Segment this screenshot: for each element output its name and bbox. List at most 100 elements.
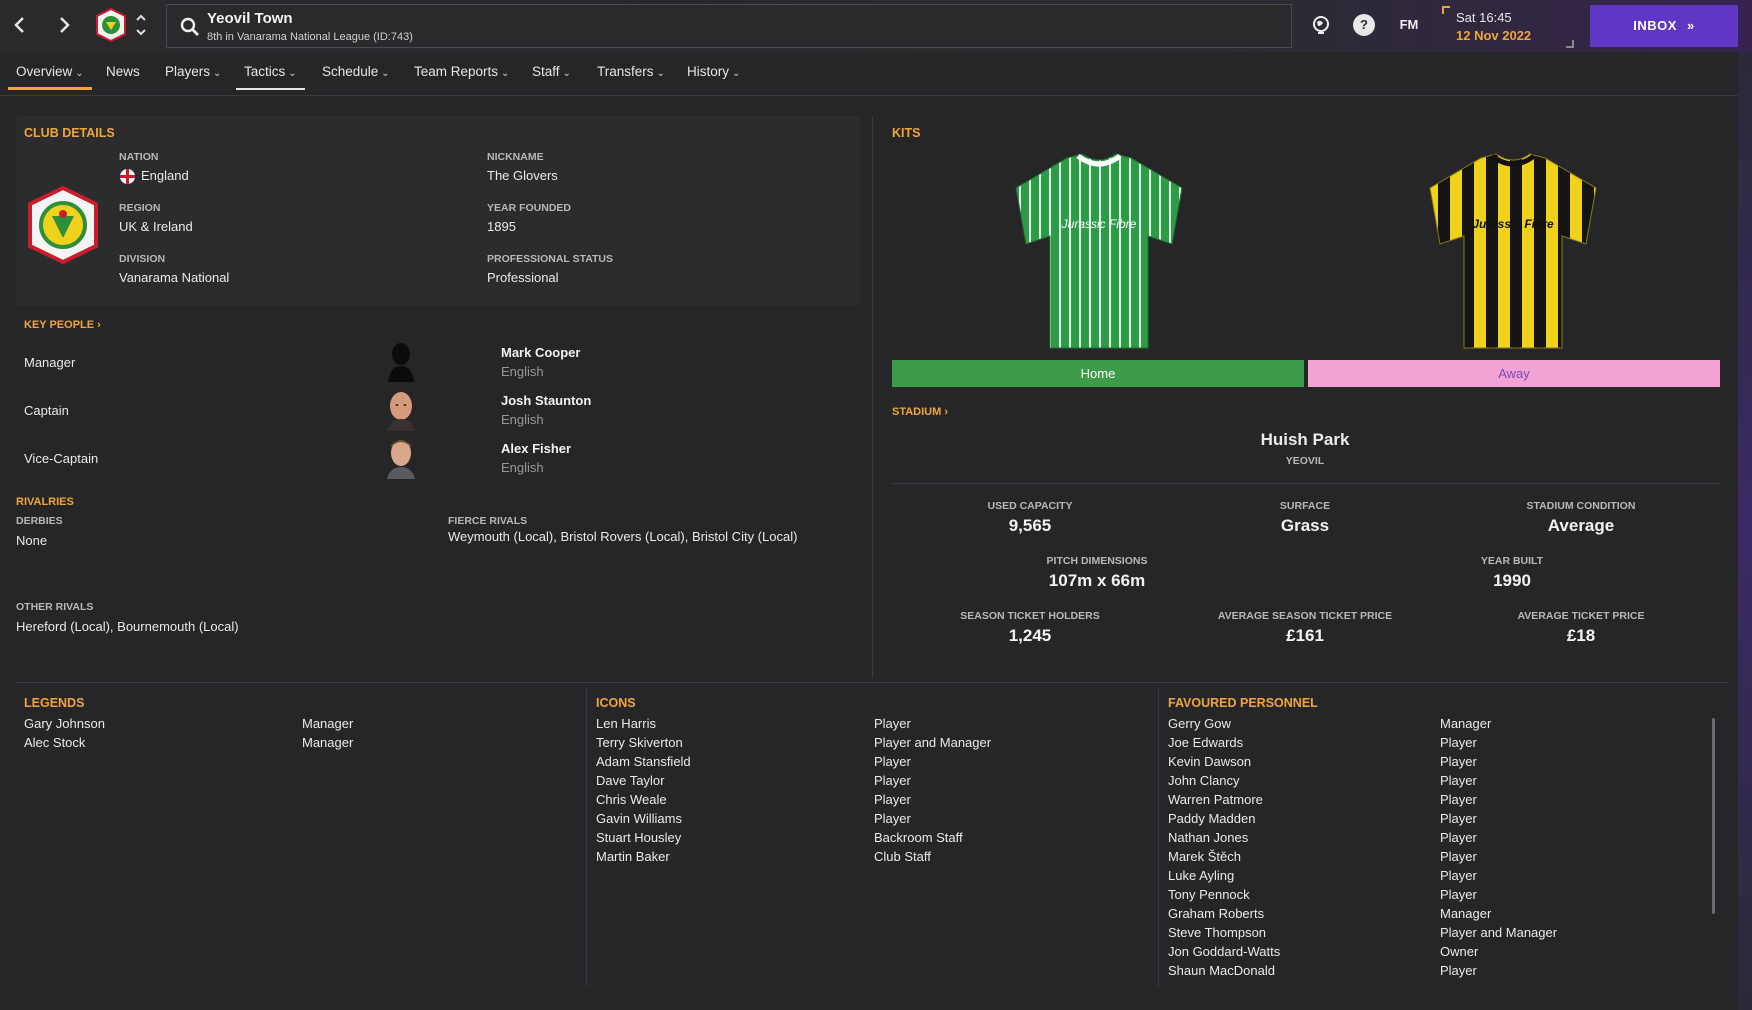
away-kit-button[interactable]: Away — [1308, 360, 1720, 387]
icon-person-name[interactable]: Dave Taylor — [596, 773, 664, 788]
stadium-name: Huish Park — [1260, 430, 1350, 449]
stadium-divider — [892, 483, 1720, 484]
fierce-rivals-value[interactable]: Weymouth (Local), Bristol Rovers (Local)… — [448, 529, 797, 544]
icon-person-role: Player — [874, 716, 911, 731]
favoured-person-name[interactable]: Luke Ayling — [1168, 868, 1234, 883]
date-time-widget[interactable]: Sat 16:45 12 Nov 2022 — [1442, 6, 1574, 48]
favoured-person-name[interactable]: Tony Pennock — [1168, 887, 1250, 902]
favoured-list-scrollbar[interactable] — [1712, 718, 1715, 914]
stadium-title: STADIUM — [892, 406, 942, 418]
icon-person-name[interactable]: Martin Baker — [596, 849, 670, 864]
favoured-person-role: Player — [1440, 773, 1477, 788]
favoured-person-name[interactable]: Nathan Jones — [1168, 830, 1248, 845]
legend-name[interactable]: Gary Johnson — [24, 716, 105, 731]
icon-person-role: Player — [874, 773, 911, 788]
favoured-person-name[interactable]: Warren Patmore — [1168, 792, 1263, 807]
stadium-condition-label: STADIUM CONDITION — [1526, 500, 1636, 512]
manager-silhouette-avatar[interactable] — [384, 340, 418, 382]
chevron-down-icon: ⌄ — [656, 68, 665, 79]
club-switch-updown-icon[interactable] — [134, 10, 148, 40]
favoured-person-role: Player — [1440, 849, 1477, 864]
tab-label: Staff — [532, 64, 560, 79]
column-divider — [872, 116, 873, 678]
home-kit-shirt-icon[interactable]: Jurassic Fibre — [1012, 152, 1186, 352]
nation-value[interactable]: England — [141, 168, 189, 183]
legend-name[interactable]: Alec Stock — [24, 735, 85, 750]
chevron-down-icon: ⌄ — [381, 68, 390, 79]
search-icon[interactable] — [179, 16, 201, 38]
inbox-label: INBOX — [1633, 18, 1677, 33]
tab-staff[interactable]: Staff ⌄ — [532, 62, 571, 90]
key-people-link[interactable]: KEY PEOPLE › — [24, 319, 101, 331]
favoured-person-name[interactable]: Marek Štěch — [1168, 849, 1241, 864]
icon-person-role: Player and Manager — [874, 735, 992, 750]
stadium-town: YEOVIL — [1285, 455, 1325, 467]
favoured-person-name[interactable]: Kevin Dawson — [1168, 754, 1251, 769]
vice-captain-face-avatar[interactable] — [384, 437, 418, 479]
icon-person-role: Player — [874, 754, 911, 769]
tab-news[interactable]: News — [106, 62, 140, 90]
favoured-person-name[interactable]: Jon Goddard-Watts — [1168, 944, 1280, 959]
captain-face-avatar[interactable] — [384, 389, 418, 431]
favoured-person-role: Player — [1440, 830, 1477, 845]
club-crest-icon[interactable] — [94, 7, 128, 43]
icon-person-name[interactable]: Chris Weale — [596, 792, 667, 807]
icon-person-name[interactable]: Stuart Housley — [596, 830, 681, 845]
chevron-down-icon: ⌄ — [75, 68, 84, 79]
tab-history[interactable]: History ⌄ — [687, 62, 740, 90]
club-title: Yeovil Town — [207, 10, 293, 27]
tab-label: Schedule — [322, 64, 379, 79]
favoured-person-name[interactable]: Joe Edwards — [1168, 735, 1243, 750]
used-capacity-label: USED CAPACITY — [987, 500, 1073, 512]
navigation-tabs: Overview ⌄ News Players ⌄ Tactics ⌄ Schedule ⌄ Te… — [0, 52, 1752, 96]
icon-person-name[interactable]: Terry Skiverton — [596, 735, 683, 750]
world-globe-icon[interactable] — [1310, 14, 1332, 36]
tab-players[interactable]: Players ⌄ — [165, 62, 221, 90]
tab-team-reports[interactable]: Team Reports ⌄ — [414, 62, 509, 90]
club-search-bar[interactable]: Yeovil Town 8th in Vanarama National Lea… — [166, 4, 1292, 48]
section-divider — [16, 682, 1728, 683]
favoured-person-name[interactable]: John Clancy — [1168, 773, 1240, 788]
favoured-person-name[interactable]: Steve Thompson — [1168, 925, 1266, 940]
pitch-dimensions-value: 107m x 66m — [1048, 571, 1146, 590]
forward-arrow-icon[interactable] — [52, 12, 76, 38]
used-capacity-value: 9,565 — [1008, 516, 1052, 535]
fm-logo-icon[interactable]: FM — [1395, 14, 1423, 36]
favoured-person-role: Player — [1440, 754, 1477, 769]
vice-captain-name[interactable]: Alex Fisher — [501, 441, 571, 456]
inbox-button[interactable]: INBOX » — [1590, 5, 1738, 47]
region-value: UK & Ireland — [119, 219, 193, 234]
pitch-dimensions-label: PITCH DIMENSIONS — [1046, 555, 1148, 567]
icon-person-name[interactable]: Len Harris — [596, 716, 656, 731]
tab-overview[interactable]: Overview ⌄ — [8, 62, 92, 90]
stadium-link[interactable]: STADIUM › — [892, 406, 948, 418]
other-rivals-value[interactable]: Hereford (Local), Bournemouth (Local) — [16, 619, 239, 634]
help-icon[interactable]: ? — [1353, 14, 1375, 36]
home-kit-button[interactable]: Home — [892, 360, 1304, 387]
manager-name[interactable]: Mark Cooper — [501, 345, 580, 360]
favoured-person-name[interactable]: Gerry Gow — [1168, 716, 1231, 731]
tab-tactics[interactable]: Tactics ⌄ — [236, 62, 305, 90]
favoured-person-name[interactable]: Paddy Madden — [1168, 811, 1255, 826]
back-arrow-icon[interactable] — [8, 12, 32, 38]
captain-name[interactable]: Josh Staunton — [501, 393, 591, 408]
club-crest-large-icon — [24, 185, 102, 265]
favoured-person-name[interactable]: Shaun MacDonald — [1168, 963, 1275, 978]
icon-person-name[interactable]: Adam Stansfield — [596, 754, 691, 769]
favoured-person-role: Player — [1440, 887, 1477, 902]
current-time: Sat 16:45 — [1456, 10, 1512, 25]
tab-schedule[interactable]: Schedule ⌄ — [322, 62, 390, 90]
key-role-captain: Captain — [24, 403, 69, 418]
tab-transfers[interactable]: Transfers ⌄ — [597, 62, 665, 90]
icon-person-name[interactable]: Gavin Williams — [596, 811, 682, 826]
division-value[interactable]: Vanarama National — [119, 270, 229, 285]
away-kit-shirt-icon[interactable]: Jurassic Fibre — [1426, 152, 1600, 352]
favoured-person-name[interactable]: Graham Roberts — [1168, 906, 1264, 921]
year-built-value: 1990 — [1493, 571, 1531, 590]
professional-status-label: PROFESSIONAL STATUS — [487, 253, 614, 265]
captain-nationality: English — [501, 412, 544, 427]
date-corner-decoration — [1442, 6, 1450, 14]
season-ticket-holders-value: 1,245 — [1008, 626, 1052, 645]
tab-label: Tactics — [244, 64, 286, 79]
legends-title: LEGENDS — [24, 696, 85, 710]
